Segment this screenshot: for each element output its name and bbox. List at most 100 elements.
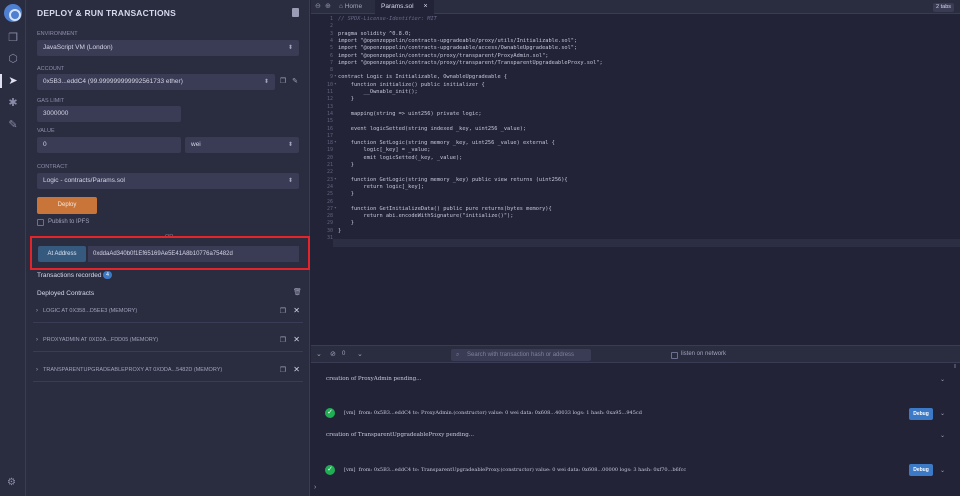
- environment-select[interactable]: JavaScript VM (London) ⬍: [37, 40, 299, 56]
- collapse-terminal-icon[interactable]: ⌄: [316, 350, 322, 358]
- plugin-manager-icon[interactable]: ✎: [6, 118, 20, 132]
- code-line[interactable]: }: [338, 228, 341, 234]
- terminal-prompt-icon[interactable]: ›: [314, 484, 316, 491]
- zoom-in-icon[interactable]: ⊕: [325, 2, 331, 10]
- debugger-icon[interactable]: ✱: [6, 96, 20, 110]
- tab-home[interactable]: ⌂ Home: [333, 0, 368, 14]
- code-line[interactable]: function GetInitializeData() public pure…: [338, 206, 552, 212]
- chevron-down-icon[interactable]: ⌄: [940, 376, 945, 383]
- deployed-instance[interactable]: › TRANSPARENTUPGRADEABLEPROXY AT 0XDDA..…: [33, 360, 303, 382]
- sign-message-icon[interactable]: ✎: [291, 78, 299, 86]
- remove-instance-icon[interactable]: ✕: [293, 335, 300, 344]
- code-line[interactable]: return logic[_key];: [338, 184, 425, 190]
- current-line-highlight: [333, 239, 960, 247]
- tabs-count-badge[interactable]: 2 tabs: [933, 3, 954, 12]
- deployed-instance[interactable]: › PROXYADMIN AT 0XD2A...FDD05 (MEMORY) ❐…: [33, 330, 303, 352]
- close-tab-icon[interactable]: ×: [424, 3, 428, 10]
- gas-limit-input[interactable]: 3000000: [37, 106, 181, 122]
- line-number: 12: [326, 96, 333, 103]
- deploy-button[interactable]: Deploy: [37, 197, 97, 214]
- remix-logo-icon[interactable]: [4, 4, 22, 22]
- remove-instance-icon[interactable]: ✕: [293, 365, 300, 374]
- line-number: 7: [329, 59, 333, 66]
- account-select[interactable]: 0x5B3...eddC4 (99.999999999992561733 eth…: [37, 74, 275, 90]
- publish-ipfs-label: Publish to IPFS: [48, 219, 90, 225]
- at-address-button[interactable]: At Address: [38, 246, 86, 262]
- chevron-down-icon[interactable]: ⌄: [940, 467, 945, 474]
- code-line[interactable]: emit logicSetted(_key, _value);: [338, 155, 463, 161]
- code-line[interactable]: }: [338, 191, 354, 197]
- deployed-instance[interactable]: › LOGIC AT 0X358...D5EE3 (MEMORY) ❐ ✕: [33, 301, 303, 323]
- code-line[interactable]: // SPDX-License-Identifier: MIT: [338, 16, 437, 22]
- deploy-run-icon[interactable]: ➤: [6, 74, 20, 88]
- code-line[interactable]: __Ownable_init();: [338, 89, 418, 95]
- clear-instances-trash-icon[interactable]: 🗑: [293, 289, 302, 297]
- terminal-search-input[interactable]: ⌕ Search with transaction hash or addres…: [451, 349, 591, 361]
- code-line[interactable]: import "@openzeppelin/contracts/proxy/tr…: [338, 60, 603, 66]
- settings-gear-icon[interactable]: ⚙: [7, 477, 16, 488]
- documentation-icon[interactable]: [292, 8, 299, 17]
- code-line[interactable]: event logicSetted(string indexed _key, u…: [338, 126, 526, 132]
- code-line[interactable]: import "@openzeppelin/contracts-upgradea…: [338, 45, 577, 51]
- solidity-compiler-icon[interactable]: ⬡: [6, 52, 20, 66]
- value-unit-select[interactable]: wei ⬍: [185, 137, 299, 153]
- copy-address-icon[interactable]: ❐: [280, 336, 286, 344]
- debug-button[interactable]: Debug: [909, 464, 933, 476]
- copy-address-icon[interactable]: ❐: [280, 366, 286, 374]
- instance-name: LOGIC AT 0X358...D5EE3 (MEMORY): [43, 308, 138, 314]
- code-line[interactable]: mapping(string => uint256) private logic…: [338, 111, 482, 117]
- account-value: 0x5B3...eddC4 (99.999999999992561733 eth…: [43, 78, 183, 85]
- environment-label: ENVIRONMENT: [37, 31, 78, 37]
- chevron-down-icon[interactable]: ⌄: [940, 410, 945, 417]
- code-line[interactable]: return abi.encodeWithSignature("initiali…: [338, 213, 514, 219]
- fold-chevron-icon[interactable]: ▾: [334, 74, 337, 79]
- debug-button[interactable]: Debug: [909, 408, 933, 420]
- expand-chevron-icon[interactable]: ›: [36, 367, 38, 373]
- clear-console-icon[interactable]: ⊘: [330, 350, 336, 358]
- line-number: 16: [326, 125, 333, 132]
- expand-chevron-icon[interactable]: ›: [36, 337, 38, 343]
- panel-title: DEPLOY & RUN TRANSACTIONS: [37, 8, 176, 18]
- tx-log-line[interactable]: [vm] from: 0x5B3...eddC4 to: Transparent…: [344, 467, 686, 473]
- code-line[interactable]: pragma solidity ^0.8.0;: [338, 31, 411, 37]
- value-amount: 0: [43, 141, 47, 148]
- tab-params[interactable]: Params.sol ×: [375, 0, 434, 14]
- at-address-input[interactable]: 0xddaAd340b0f1Ef65169Ae5E41A8b10776a7548…: [88, 246, 299, 262]
- code-line[interactable]: contract Logic is Initializable, Ownable…: [338, 74, 507, 80]
- remove-instance-icon[interactable]: ✕: [293, 306, 300, 315]
- code-line[interactable]: }: [338, 96, 354, 102]
- fold-chevron-icon[interactable]: ▾: [334, 206, 337, 211]
- code-line[interactable]: import "@openzeppelin/contracts-upgradea…: [338, 38, 577, 44]
- value-input[interactable]: 0: [37, 137, 181, 153]
- instance-name: PROXYADMIN AT 0XD2A...FDD05 (MEMORY): [43, 337, 159, 343]
- code-editor[interactable]: 1 // SPDX-License-Identifier: MIT 2 3 pragma…: [311, 14, 960, 344]
- chevron-down-icon[interactable]: ⌄: [940, 432, 945, 439]
- code-line[interactable]: logic[_key] = _value;: [338, 147, 431, 153]
- code-line[interactable]: function SetLogic(string memory _key, ui…: [338, 140, 555, 146]
- listen-network-checkbox[interactable]: [671, 352, 678, 359]
- terminal-toolbar: ⌄ ⊘ 0 ⌄ listen on network ⌕ Search with …: [311, 345, 960, 363]
- code-line[interactable]: function initialize() public initializer…: [338, 82, 485, 88]
- fold-chevron-icon[interactable]: ▾: [334, 82, 337, 87]
- terminal-scrollbar[interactable]: [954, 364, 956, 368]
- publish-ipfs-checkbox[interactable]: [37, 219, 44, 226]
- copy-account-icon[interactable]: ❐: [279, 78, 287, 86]
- code-line[interactable]: }: [338, 162, 354, 168]
- tx-log-line[interactable]: [vm] from: 0x5B3...eddC4 to: ProxyAdmin.…: [344, 410, 642, 416]
- tab-label: Home: [344, 3, 363, 10]
- listen-network-label: listen on network: [681, 351, 727, 357]
- expand-chevron-icon[interactable]: ›: [36, 308, 38, 314]
- code-line[interactable]: import "@openzeppelin/contracts/proxy/tr…: [338, 53, 548, 59]
- chevron-down-icon[interactable]: ⌄: [357, 350, 363, 358]
- fold-chevron-icon[interactable]: ▾: [334, 177, 337, 182]
- transactions-recorded-label[interactable]: Transactions recorded: [37, 272, 101, 279]
- deployed-contracts-label: Deployed Contracts: [37, 290, 95, 297]
- code-line[interactable]: function GetLogic(string memory _key) pu…: [338, 177, 568, 183]
- code-line[interactable]: }: [338, 220, 354, 226]
- zoom-out-icon[interactable]: ⊖: [315, 2, 321, 10]
- line-number: 23: [326, 176, 333, 183]
- file-explorer-icon[interactable]: ❐: [6, 31, 20, 45]
- fold-chevron-icon[interactable]: ▾: [334, 140, 337, 145]
- copy-address-icon[interactable]: ❐: [280, 307, 286, 315]
- contract-select[interactable]: Logic - contracts/Params.sol ⬍: [37, 173, 299, 189]
